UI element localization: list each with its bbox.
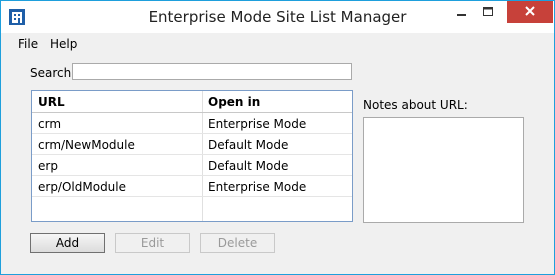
table-row[interactable]: erp Default Mode bbox=[32, 155, 352, 176]
search-input[interactable] bbox=[72, 63, 352, 80]
add-button[interactable]: Add bbox=[30, 233, 105, 253]
title-bar[interactable]: Enterprise Mode Site List Manager bbox=[1, 1, 554, 33]
delete-button[interactable]: Delete bbox=[200, 233, 275, 253]
menu-bar: File Help bbox=[1, 34, 554, 54]
url-table: URL Open in crm Enterprise Mode crm/NewM… bbox=[31, 90, 353, 222]
menu-help[interactable]: Help bbox=[50, 37, 77, 51]
edit-button[interactable]: Edit bbox=[115, 233, 190, 253]
url-cell: erp bbox=[38, 159, 58, 173]
notes-label: Notes about URL: bbox=[363, 98, 468, 112]
open-in-cell: Enterprise Mode bbox=[208, 180, 307, 194]
table-row[interactable]: erp/OldModule Enterprise Mode bbox=[32, 176, 352, 197]
table-row[interactable]: crm/NewModule Default Mode bbox=[32, 134, 352, 155]
minimize-icon bbox=[457, 14, 466, 16]
close-icon bbox=[525, 6, 535, 16]
open-in-cell: Enterprise Mode bbox=[208, 117, 307, 131]
maximize-icon bbox=[483, 7, 493, 16]
table-header: URL Open in bbox=[32, 91, 352, 113]
maximize-button[interactable] bbox=[475, 1, 501, 23]
minimize-button[interactable] bbox=[448, 1, 474, 23]
menu-file[interactable]: File bbox=[18, 37, 38, 51]
column-header-open-in[interactable]: Open in bbox=[208, 95, 260, 109]
url-cell: erp/OldModule bbox=[38, 180, 127, 194]
app-window: Enterprise Mode Site List Manager File H… bbox=[0, 0, 555, 275]
close-button[interactable] bbox=[507, 1, 553, 23]
table-row[interactable]: crm Enterprise Mode bbox=[32, 113, 352, 134]
search-label: Search: bbox=[30, 66, 76, 80]
notes-textbox[interactable] bbox=[363, 117, 524, 223]
column-header-url[interactable]: URL bbox=[38, 95, 65, 109]
open-in-cell: Default Mode bbox=[208, 159, 289, 173]
open-in-cell: Default Mode bbox=[208, 138, 289, 152]
url-cell: crm bbox=[38, 117, 62, 131]
url-cell: crm/NewModule bbox=[38, 138, 135, 152]
